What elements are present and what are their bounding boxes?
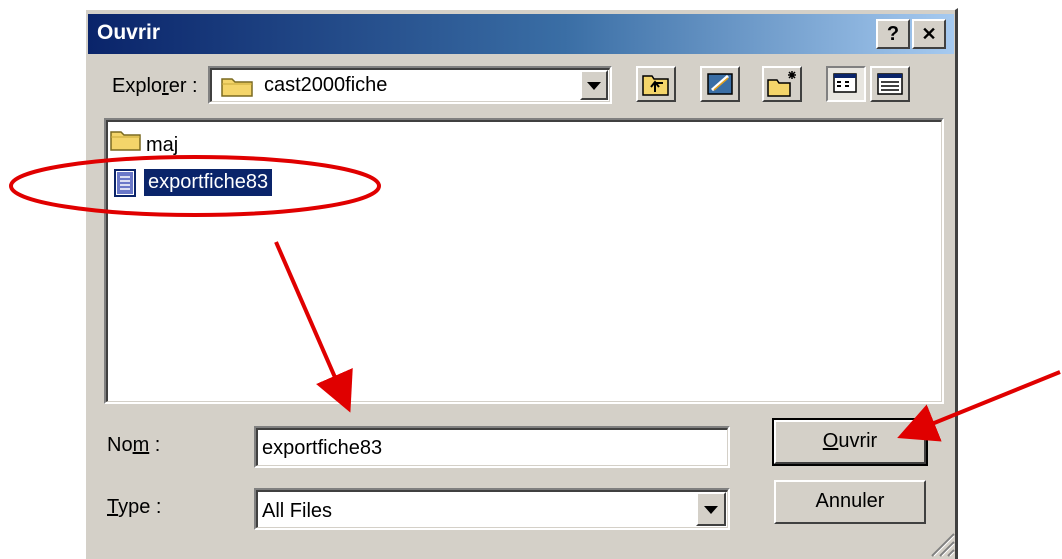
- annotation-overlay: [9, 155, 1061, 442]
- annotation-arrow-open: [897, 370, 1061, 442]
- annotation-arrow-filename: [274, 241, 353, 413]
- highlight-ellipse: [9, 155, 381, 217]
